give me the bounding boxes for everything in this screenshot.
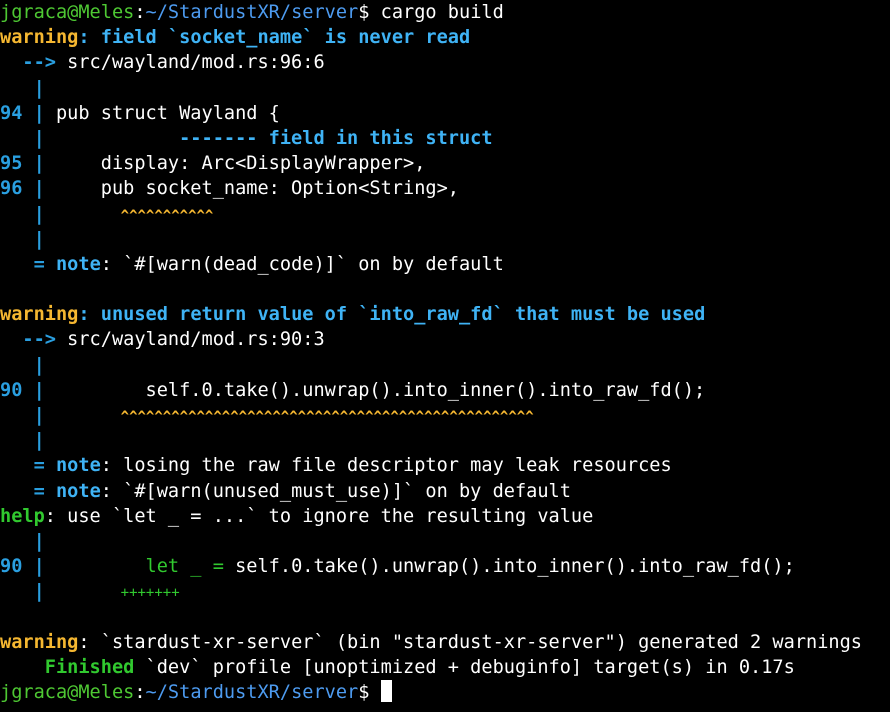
line-number-gutter: 90 | [0,379,45,401]
code-text: self.0.take().unwrap().into_inner().into… [235,556,795,578]
terminal-line: 95 | display: Arc<DisplayWrapper>, [0,151,890,176]
warning-message: : field `socket_name` is never read [78,27,471,49]
note-message: : losing the raw file descriptor may lea… [100,455,672,477]
note-message: : `#[warn(dead_code)]` on by default [100,253,504,275]
line-number-gutter: 96 | [0,178,45,200]
gutter-bar: | [0,405,45,426]
terminal-line: | [0,353,890,378]
suggestion-insert: let _ = [145,556,236,578]
location-arrow: --> [0,329,68,351]
location-arrow: --> [0,52,68,74]
code-text: pub struct Wayland { [44,102,280,124]
help-message: : use `let _ = ...` to ignore the result… [44,505,594,527]
prompt-path: ~/StardustXR/server [145,682,359,704]
terminal-line: jgraca@Meles:~/StardustXR/server$ [0,680,890,705]
note-message: : `#[warn(unused_must_use)]` on by defau… [100,480,571,502]
terminal-line: 96 | pub socket_name: Option<String>, [0,176,890,201]
gutter-bar: | [0,530,45,552]
terminal-line: = note: losing the raw file descriptor m… [0,453,890,478]
build-summary: `dev` profile [unoptimized + debuginfo] … [134,656,795,678]
terminal-line: warning: field `socket_name` is never re… [0,25,890,50]
code-text: display: Arc<DisplayWrapper>, [44,153,426,175]
terminal-line: Finished `dev` profile [unoptimized + de… [0,655,890,680]
terminal-line: 90 | let _ = self.0.take().unwrap().into… [0,554,890,579]
prompt-user-host: jgraca@Meles [0,2,135,23]
prompt-separator: : [134,682,146,704]
line-number-gutter: 95 | [0,153,45,175]
prompt-path: ~/StardustXR/server [145,2,359,23]
note-equals: = [0,480,56,502]
prompt-separator: : [134,2,146,23]
code-text: pub socket_name: Option<String>, [44,178,459,200]
terminal-line: 90 | self.0.take().unwrap().into_inner()… [0,378,890,403]
terminal-line: | ^^^^^^^^^^^^^^^^^^^^^^^^^^^^^^^^^^^^^^… [0,403,890,428]
terminal-window[interactable]: jgraca@Meles:~/StardustXR/server$ cargo … [0,0,890,712]
note-label: note [55,455,101,477]
source-location: src/wayland/mod.rs:96:6 [67,52,325,74]
gutter-bar: | [0,203,45,225]
terminal-line: | ^^^^^^^^^^^ [0,202,890,227]
terminal-line: | [0,428,890,453]
warning-label: warning [0,27,79,49]
terminal-line: | +++++++ [0,579,890,604]
terminal-line: jgraca@Meles:~/StardustXR/server$ cargo … [0,0,890,25]
line-number-gutter: 90 | [0,556,45,578]
prompt-user-host: jgraca@Meles [0,682,135,704]
note-equals: = [0,455,56,477]
command-text: $ cargo build [358,2,504,23]
gutter-bar: | [0,127,45,149]
terminal-line: = note: `#[warn(dead_code)]` on by defau… [0,252,890,277]
note-label: note [55,253,101,275]
terminal-line: | ------- field in this struct [0,126,890,151]
terminal-line: = note: `#[warn(unused_must_use)]` on by… [0,479,890,504]
gutter-bar: | [0,228,45,250]
warning-message: : unused return value of `into_raw_fd` t… [78,304,706,326]
terminal-line: | [0,76,890,101]
warning-summary: : `stardust-xr-server` (bin "stardust-xr… [78,631,862,653]
gutter-bar: | [0,77,45,99]
note-label: note [55,480,101,502]
line-number-gutter: 94 | [0,102,45,124]
source-location: src/wayland/mod.rs:90:3 [67,329,325,351]
note-equals: = [0,253,56,275]
error-underline: ^^^^^^^^^^^^^^^^^^^^^^^^^^^^^^^^^^^^^^^^… [44,409,534,425]
gutter-bar: | [0,430,45,452]
terminal-line: warning: `stardust-xr-server` (bin "star… [0,630,890,655]
code-text: self.0.take().unwrap().into_inner().into… [44,379,706,401]
terminal-line: 94 | pub struct Wayland { [0,101,890,126]
terminal-cursor [380,680,392,703]
code-annotation: ------- field in this struct [44,127,493,149]
prompt-symbol: $ [358,682,381,704]
finished-label: Finished [0,656,135,678]
warning-label: warning [0,304,79,326]
terminal-line: help: use `let _ = ...` to ignore the re… [0,504,890,529]
gutter-bar: | [0,354,45,376]
suggestion-marker: +++++++ [44,585,180,602]
terminal-line: | [0,529,890,554]
terminal-line: warning: unused return value of `into_ra… [0,302,890,327]
terminal-line: --> src/wayland/mod.rs:96:6 [0,50,890,75]
warning-label: warning [0,631,79,653]
terminal-line: | [0,227,890,252]
gutter-bar: | [0,581,45,603]
terminal-line: --> src/wayland/mod.rs:90:3 [0,327,890,352]
help-label: help [0,505,45,527]
error-underline: ^^^^^^^^^^^ [44,207,214,224]
